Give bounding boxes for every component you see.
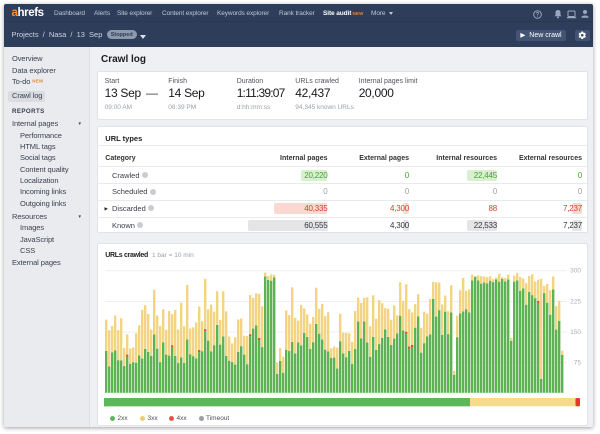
svg-text:300: 300 [570, 267, 581, 274]
svg-text:150: 150 [570, 329, 581, 336]
svg-text:75: 75 [574, 359, 582, 366]
svg-text:?: ? [535, 12, 539, 18]
svg-text:225: 225 [570, 298, 581, 305]
